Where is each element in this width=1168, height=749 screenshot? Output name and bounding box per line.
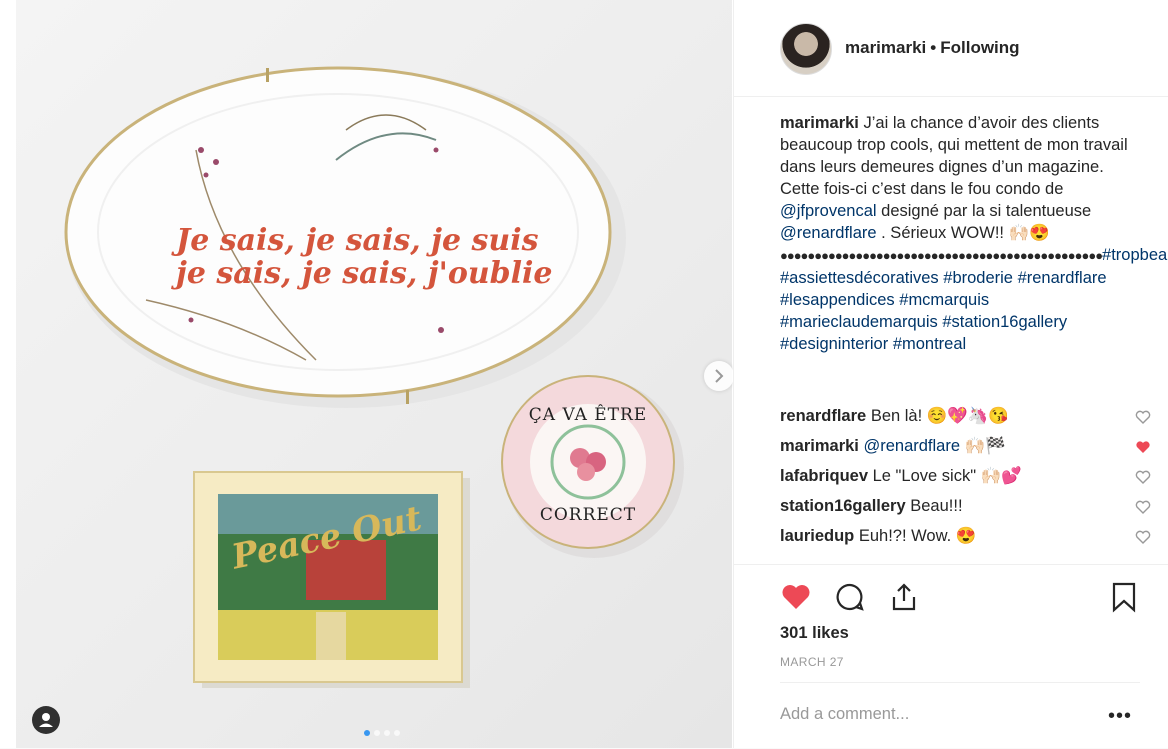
caption-text-3: . Sérieux WOW!! 🙌🏻😍 — [881, 224, 1050, 242]
comment-item: lafabriquev Le "Love sick" 🙌🏻💕 — [780, 464, 1151, 494]
comment-username[interactable]: lafabriquev — [780, 467, 868, 485]
caption-text-2: designé par la si talentueuse — [881, 202, 1092, 220]
hashtag[interactable]: #station16gallery — [942, 313, 1067, 331]
post-modal: Je sais, je sais, je suis je sais, je sa… — [0, 0, 1168, 748]
follow-button[interactable]: Following — [940, 38, 1019, 57]
heart-outline-icon[interactable] — [1135, 470, 1151, 484]
comment-item: lauriedup Euh!?! Wow. 😍 — [780, 524, 1151, 554]
hashtag[interactable]: #mcmarquis — [899, 291, 989, 309]
post-date: MARCH 27 — [780, 655, 844, 669]
heart-outline-icon[interactable] — [1135, 410, 1151, 424]
hashtag[interactable]: #designinterior — [780, 335, 888, 353]
carousel-dot — [374, 730, 380, 736]
comment-item: marimarki @renardflare 🙌🏻🏁 — [780, 434, 1150, 464]
caption-username[interactable]: marimarki — [780, 114, 859, 132]
hashtag[interactable]: #montreal — [893, 335, 966, 353]
separator-dot: • — [930, 38, 937, 57]
carousel-dot — [384, 730, 390, 736]
bookmark-icon[interactable] — [1108, 581, 1140, 613]
hashtag[interactable]: #tropbeaudesign — [1102, 246, 1168, 264]
carousel-indicator — [364, 723, 404, 741]
comment-item: station16gallery Beau!!! — [780, 494, 1151, 524]
share-icon[interactable] — [888, 581, 920, 613]
comment-text: Euh!?! Wow. 😍 — [858, 527, 977, 545]
small-plate-top-text: ÇA VA ÊTRE — [529, 404, 647, 425]
more-options-button[interactable]: ••• — [1108, 705, 1132, 728]
comment-username[interactable]: marimarki — [780, 437, 859, 455]
hashtag[interactable]: #renardflare — [1018, 269, 1107, 287]
carousel-dot — [364, 730, 370, 736]
hashtag[interactable]: #assiettesdécoratives — [780, 269, 939, 287]
chevron-right-icon — [715, 369, 724, 383]
tagged-users-icon[interactable] — [32, 706, 60, 734]
hashtag[interactable]: #lesappendices — [780, 291, 895, 309]
plate-text-line1: Je sais, je sais, je suis — [171, 223, 539, 258]
comment-username[interactable]: lauriedup — [780, 527, 854, 545]
heart-outline-icon[interactable] — [1135, 530, 1151, 544]
post-username[interactable]: marimarki — [845, 38, 926, 57]
comment-username[interactable]: station16gallery — [780, 497, 906, 515]
comment-list: renardflare Ben là! ☺️💖🦄😘 marimarki @ren… — [780, 404, 1151, 554]
mention-jfprovencal[interactable]: @jfprovencal — [780, 202, 877, 220]
small-plate-bottom-text: CORRECT — [540, 505, 636, 525]
heart-filled-icon[interactable] — [1135, 440, 1151, 454]
mention-renardflare[interactable]: @renardflare — [780, 224, 877, 242]
comment-text: Beau!!! — [910, 497, 963, 515]
comment-text: Le "Love sick" 🙌🏻💕 — [872, 467, 1022, 485]
comment-item: renardflare Ben là! ☺️💖🦄😘 — [780, 404, 1151, 434]
post-caption: marimarki J’ai la chance d’avoir des cli… — [780, 112, 1168, 355]
post-photo[interactable]: Je sais, je sais, je suis je sais, je sa… — [16, 0, 732, 748]
post-sidebar: marimarki • Following marimarki J’ai la ch… — [733, 0, 1168, 748]
post-header: marimarki • Following — [734, 0, 1168, 97]
caption-dots: ●●●●●●●●●●●●●●●●●●●●●●●●●●●●●●●●●●●●●●●●… — [780, 248, 1103, 263]
photo-illustration: Je sais, je sais, je suis je sais, je sa… — [64, 66, 684, 688]
heart-outline-icon[interactable] — [1135, 500, 1151, 514]
hashtag[interactable]: #marieclaudemarquis — [780, 313, 938, 331]
comment-input[interactable]: Add a comment... — [780, 705, 909, 724]
carousel-dot — [394, 730, 400, 736]
add-comment-bar: Add a comment... ••• — [780, 682, 1140, 749]
avatar[interactable] — [780, 23, 832, 75]
plate-text-line2: je sais, je sais, j'oublie — [171, 256, 553, 291]
comment-text: Ben là! ☺️💖🦄😘 — [870, 407, 1009, 425]
likes-count[interactable]: 301 likes — [780, 624, 849, 643]
comment-username[interactable]: renardflare — [780, 407, 866, 425]
heart-filled-icon[interactable] — [780, 581, 812, 613]
comment-text: @renardflare 🙌🏻🏁 — [863, 437, 1006, 455]
hashtag[interactable]: #broderie — [943, 269, 1013, 287]
comment-icon[interactable] — [834, 581, 866, 613]
next-image-button[interactable] — [704, 361, 734, 391]
